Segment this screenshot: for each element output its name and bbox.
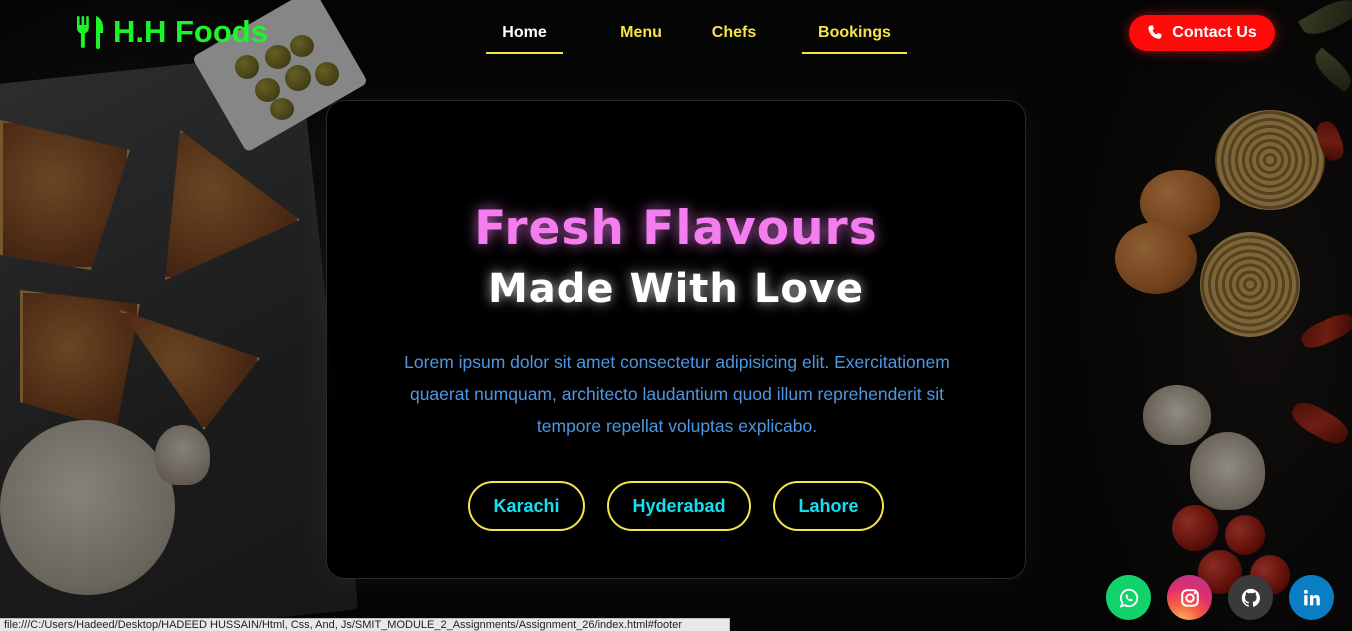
main-nav: Home Menu Chefs Bookings <box>486 14 907 54</box>
browser-status-url: file:///C:/Users/Hadeed/Desktop/HADEED H… <box>0 618 730 631</box>
linkedin-link[interactable] <box>1289 575 1334 620</box>
utensils-icon <box>77 16 104 49</box>
whatsapp-icon <box>1119 588 1138 608</box>
whatsapp-link[interactable] <box>1106 575 1151 620</box>
hero-subtitle: Made With Love <box>487 266 864 312</box>
nav-link-menu[interactable]: Menu <box>611 14 671 54</box>
city-button-karachi[interactable]: Karachi <box>468 481 585 531</box>
phone-icon <box>1148 25 1162 39</box>
hero-title: Fresh Flavours <box>474 201 878 256</box>
instagram-icon <box>1180 588 1199 607</box>
social-links <box>1106 575 1334 620</box>
city-button-hyderabad[interactable]: Hyderabad <box>607 481 751 531</box>
github-link[interactable] <box>1228 575 1273 620</box>
instagram-link[interactable] <box>1167 575 1212 620</box>
hero-card: Fresh Flavours Made With Love Lorem ipsu… <box>326 100 1026 579</box>
nav-link-chefs[interactable]: Chefs <box>704 14 764 54</box>
brand-name: H.H Foods <box>113 14 268 49</box>
contact-us-label: Contact Us <box>1172 24 1257 41</box>
city-buttons: Karachi Hyderabad Lahore <box>327 481 1025 531</box>
contact-us-button[interactable]: Contact Us <box>1129 15 1275 51</box>
github-icon <box>1241 588 1260 607</box>
nav-link-home[interactable]: Home <box>486 14 563 54</box>
hero-description: Lorem ipsum dolor sit amet consectetur a… <box>404 352 950 436</box>
site-header: H.H Foods Home Menu Chefs Bookings Conta… <box>0 0 1352 70</box>
city-button-lahore[interactable]: Lahore <box>773 481 884 531</box>
nav-link-bookings[interactable]: Bookings <box>802 14 907 54</box>
linkedin-icon <box>1303 589 1320 605</box>
brand-logo[interactable]: H.H Foods <box>75 14 268 50</box>
